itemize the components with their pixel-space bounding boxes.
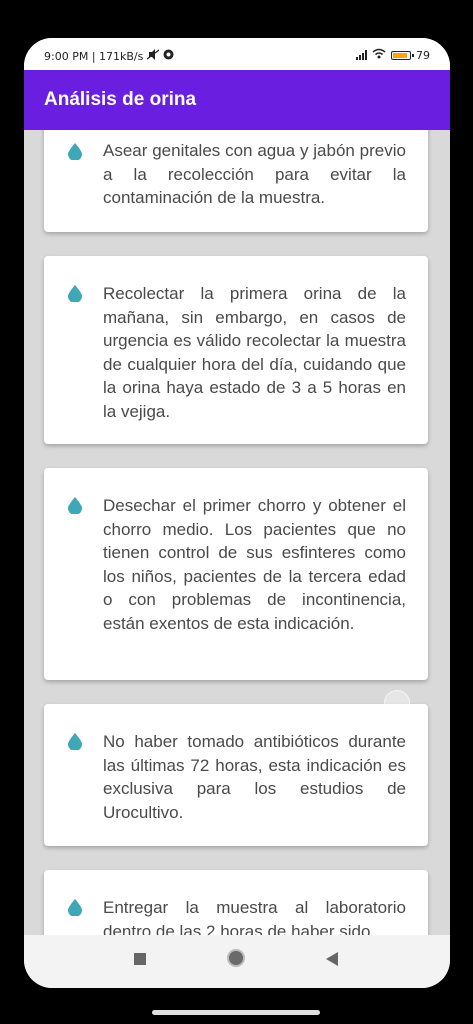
instruction-text: Entregar la muestra al laboratorio dentr…	[103, 898, 406, 935]
instruction-text: Recolectar la primera orina de la mañana…	[103, 284, 406, 421]
back-button[interactable]	[326, 952, 338, 966]
home-button[interactable]	[227, 949, 245, 967]
water-drop-icon	[66, 898, 84, 917]
instruction-text: No haber tomado antibióticos durante las…	[103, 732, 406, 822]
recents-button[interactable]	[134, 953, 146, 965]
navigation-bar	[24, 935, 450, 988]
battery-icon	[391, 50, 414, 60]
instruction-card: Recolectar la primera orina de la mañana…	[44, 256, 428, 444]
mute-icon	[146, 49, 160, 63]
instruction-text: Asear genitales con agua y jabón previo …	[103, 141, 406, 207]
phone-screen: 9:00 PM | 171kB/s 79 Análisis de orina A…	[24, 38, 450, 988]
gesture-bar[interactable]	[152, 1010, 320, 1015]
battery-percent: 79	[416, 48, 430, 62]
instructions-list[interactable]: Asear genitales con agua y jabón previo …	[24, 130, 450, 935]
app-bar: Análisis de orina	[24, 70, 450, 130]
status-bar: 9:00 PM | 171kB/s 79	[24, 38, 450, 70]
touch-indicator	[384, 690, 410, 716]
app-notification-icon	[163, 49, 174, 63]
instruction-card: Entregar la muestra al laboratorio dentr…	[44, 870, 428, 935]
signal-icon	[356, 50, 367, 60]
page-title: Análisis de orina	[44, 89, 197, 110]
status-time-speed: 9:00 PM | 171kB/s	[44, 49, 144, 63]
instruction-card: Desechar el primer chorro y obtener el c…	[44, 468, 428, 680]
instruction-text: Desechar el primer chorro y obtener el c…	[103, 496, 406, 633]
instruction-card: Asear genitales con agua y jabón previo …	[44, 130, 428, 232]
instruction-card: No haber tomado antibióticos durante las…	[44, 704, 428, 846]
water-drop-icon	[66, 732, 84, 751]
wifi-icon	[372, 48, 386, 62]
water-drop-icon	[66, 496, 84, 515]
water-drop-icon	[66, 284, 84, 303]
water-drop-icon	[66, 142, 84, 161]
